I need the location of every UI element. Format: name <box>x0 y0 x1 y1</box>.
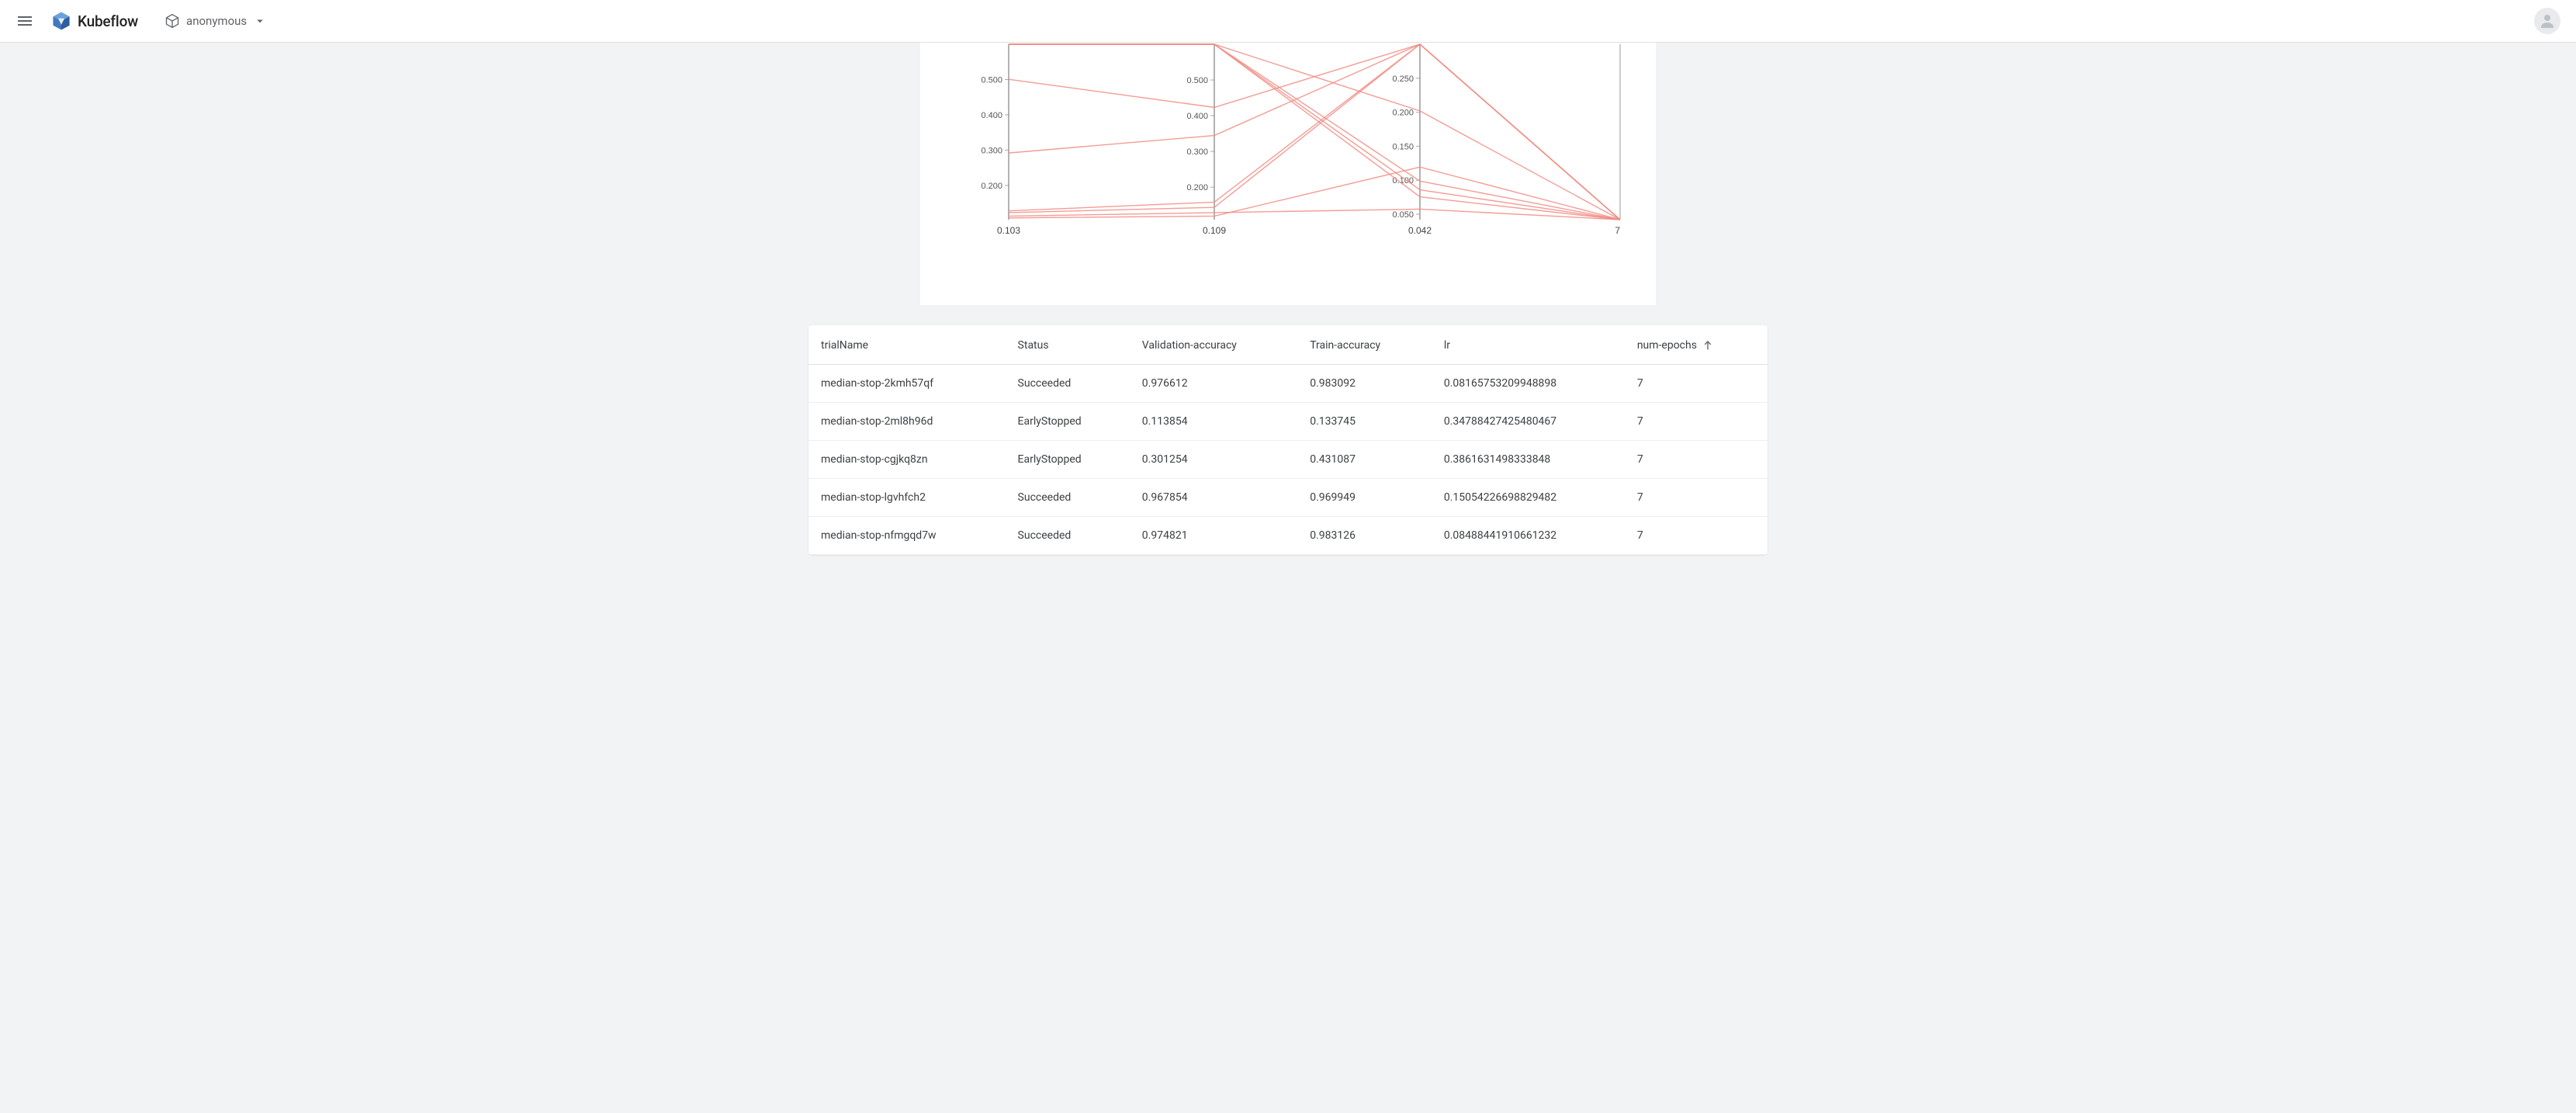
trial-line <box>1009 44 1620 220</box>
svg-text:0.150: 0.150 <box>1392 142 1414 151</box>
namespace-selector[interactable]: anonymous <box>164 13 267 29</box>
trial-line <box>1009 44 1620 220</box>
cell-lr: 0.08165753209948898 <box>1432 365 1625 403</box>
cell-trialName: median-stop-2ml8h96d <box>808 403 1006 441</box>
cell-val: 0.967854 <box>1130 479 1297 517</box>
cell-val: 0.301254 <box>1130 441 1297 479</box>
cell-epochs: 7 <box>1625 441 1768 479</box>
axis-bottom-label: 7 <box>1615 225 1620 236</box>
svg-text:0.200: 0.200 <box>1392 109 1414 118</box>
sort-asc-icon <box>1702 339 1714 352</box>
cell-epochs: 7 <box>1625 365 1768 403</box>
cell-train: 0.983126 <box>1297 517 1432 555</box>
cell-trialName: median-stop-nfmgqd7w <box>808 517 1006 555</box>
column-header-num-epochs[interactable]: num-epochs <box>1625 325 1768 365</box>
column-label: Validation-accuracy <box>1142 339 1237 352</box>
cell-lr: 0.34788427425480467 <box>1432 403 1625 441</box>
menu-button[interactable] <box>8 4 42 38</box>
namespace-value: anonymous <box>186 14 247 28</box>
cell-lr: 0.08488441910661232 <box>1432 517 1625 555</box>
column-label: lr <box>1444 339 1450 352</box>
trials-table-body: median-stop-2kmh57qfSucceeded0.9766120.9… <box>808 365 1768 555</box>
column-header-Train-accuracy[interactable]: Train-accuracy <box>1297 325 1432 365</box>
column-header-Status[interactable]: Status <box>1006 325 1130 365</box>
column-label: Status <box>1018 339 1049 352</box>
trial-line <box>1009 44 1620 220</box>
cell-train: 0.969949 <box>1297 479 1432 517</box>
app-name: Kubeflow <box>78 12 138 30</box>
chevron-down-icon <box>253 14 267 28</box>
cell-trialName: median-stop-lgvhfch2 <box>808 479 1006 517</box>
cell-status: Succeeded <box>1006 365 1130 403</box>
page-content: 0.200 0.300 0.400 0.500 0.103 0.200 0.300 0.400… <box>0 43 2576 586</box>
user-icon <box>2538 12 2557 30</box>
axis-bottom-label: 0.103 <box>997 225 1020 236</box>
trial-line <box>1009 44 1620 220</box>
hamburger-icon <box>16 12 34 30</box>
trial-line <box>1009 44 1620 220</box>
user-avatar[interactable] <box>2534 8 2560 34</box>
column-label: Train-accuracy <box>1310 339 1380 352</box>
cell-train: 0.133745 <box>1297 403 1432 441</box>
svg-text:0.300: 0.300 <box>981 146 1002 155</box>
cell-epochs: 7 <box>1625 517 1768 555</box>
column-label: num-epochs <box>1637 339 1697 352</box>
svg-text:0.200: 0.200 <box>981 182 1002 191</box>
cell-status: EarlyStopped <box>1006 441 1130 479</box>
trials-table: trialName Status Validation-accuracy Train-… <box>808 325 1768 555</box>
svg-text:0.250: 0.250 <box>1392 75 1414 84</box>
cell-epochs: 7 <box>1625 479 1768 517</box>
parallel-coordinates-card: 0.200 0.300 0.400 0.500 0.103 0.200 0.300 0.400… <box>920 43 1656 305</box>
svg-text:0.400: 0.400 <box>1186 112 1208 121</box>
table-row[interactable]: median-stop-nfmgqd7wSucceeded0.9748210.9… <box>808 517 1768 555</box>
svg-text:0.050: 0.050 <box>1392 210 1414 220</box>
trial-line <box>1009 44 1620 220</box>
svg-text:0.300: 0.300 <box>1186 147 1208 157</box>
cell-train: 0.431087 <box>1297 441 1432 479</box>
kubeflow-logo-icon <box>51 11 71 31</box>
table-row[interactable]: median-stop-cgjkq8znEarlyStopped0.301254… <box>808 441 1768 479</box>
table-row[interactable]: median-stop-lgvhfch2Succeeded0.9678540.9… <box>808 479 1768 517</box>
cell-lr: 0.3861631498333848 <box>1432 441 1625 479</box>
column-header-lr[interactable]: lr <box>1432 325 1625 365</box>
table-row[interactable]: median-stop-2kmh57qfSucceeded0.9766120.9… <box>808 365 1768 403</box>
column-header-trialName[interactable]: trialName <box>808 325 1006 365</box>
cell-trialName: median-stop-2kmh57qf <box>808 365 1006 403</box>
trial-line <box>1009 44 1620 220</box>
svg-text:0.500: 0.500 <box>981 75 1002 85</box>
namespace-icon <box>164 13 180 29</box>
trials-table-header: trialName Status Validation-accuracy Train-… <box>808 325 1768 365</box>
column-label: trialName <box>821 339 868 352</box>
trial-line <box>1009 167 1620 220</box>
svg-text:0.500: 0.500 <box>1186 76 1208 85</box>
table-row[interactable]: median-stop-2ml8h96dEarlyStopped0.113854… <box>808 403 1768 441</box>
cell-val: 0.113854 <box>1130 403 1297 441</box>
cell-status: EarlyStopped <box>1006 403 1130 441</box>
cell-status: Succeeded <box>1006 479 1130 517</box>
cell-val: 0.974821 <box>1130 517 1297 555</box>
axis-bottom-label: 0.109 <box>1203 225 1226 236</box>
top-bar: Kubeflow anonymous <box>0 0 2576 43</box>
cell-lr: 0.15054226698829482 <box>1432 479 1625 517</box>
cell-val: 0.976612 <box>1130 365 1297 403</box>
cell-trialName: median-stop-cgjkq8zn <box>808 441 1006 479</box>
app-logo[interactable]: Kubeflow <box>51 11 138 31</box>
parallel-coordinates-chart[interactable]: 0.200 0.300 0.400 0.500 0.103 0.200 0.300 0.400… <box>920 43 1656 268</box>
cell-epochs: 7 <box>1625 403 1768 441</box>
axis-bottom-label: 0.042 <box>1408 225 1432 236</box>
cell-train: 0.983092 <box>1297 365 1432 403</box>
trial-line <box>1009 44 1620 220</box>
trials-table-card: trialName Status Validation-accuracy Train-… <box>808 325 1768 555</box>
cell-status: Succeeded <box>1006 517 1130 555</box>
svg-text:0.400: 0.400 <box>981 111 1002 120</box>
svg-text:0.200: 0.200 <box>1186 183 1208 192</box>
column-header-Validation-accuracy[interactable]: Validation-accuracy <box>1130 325 1297 365</box>
